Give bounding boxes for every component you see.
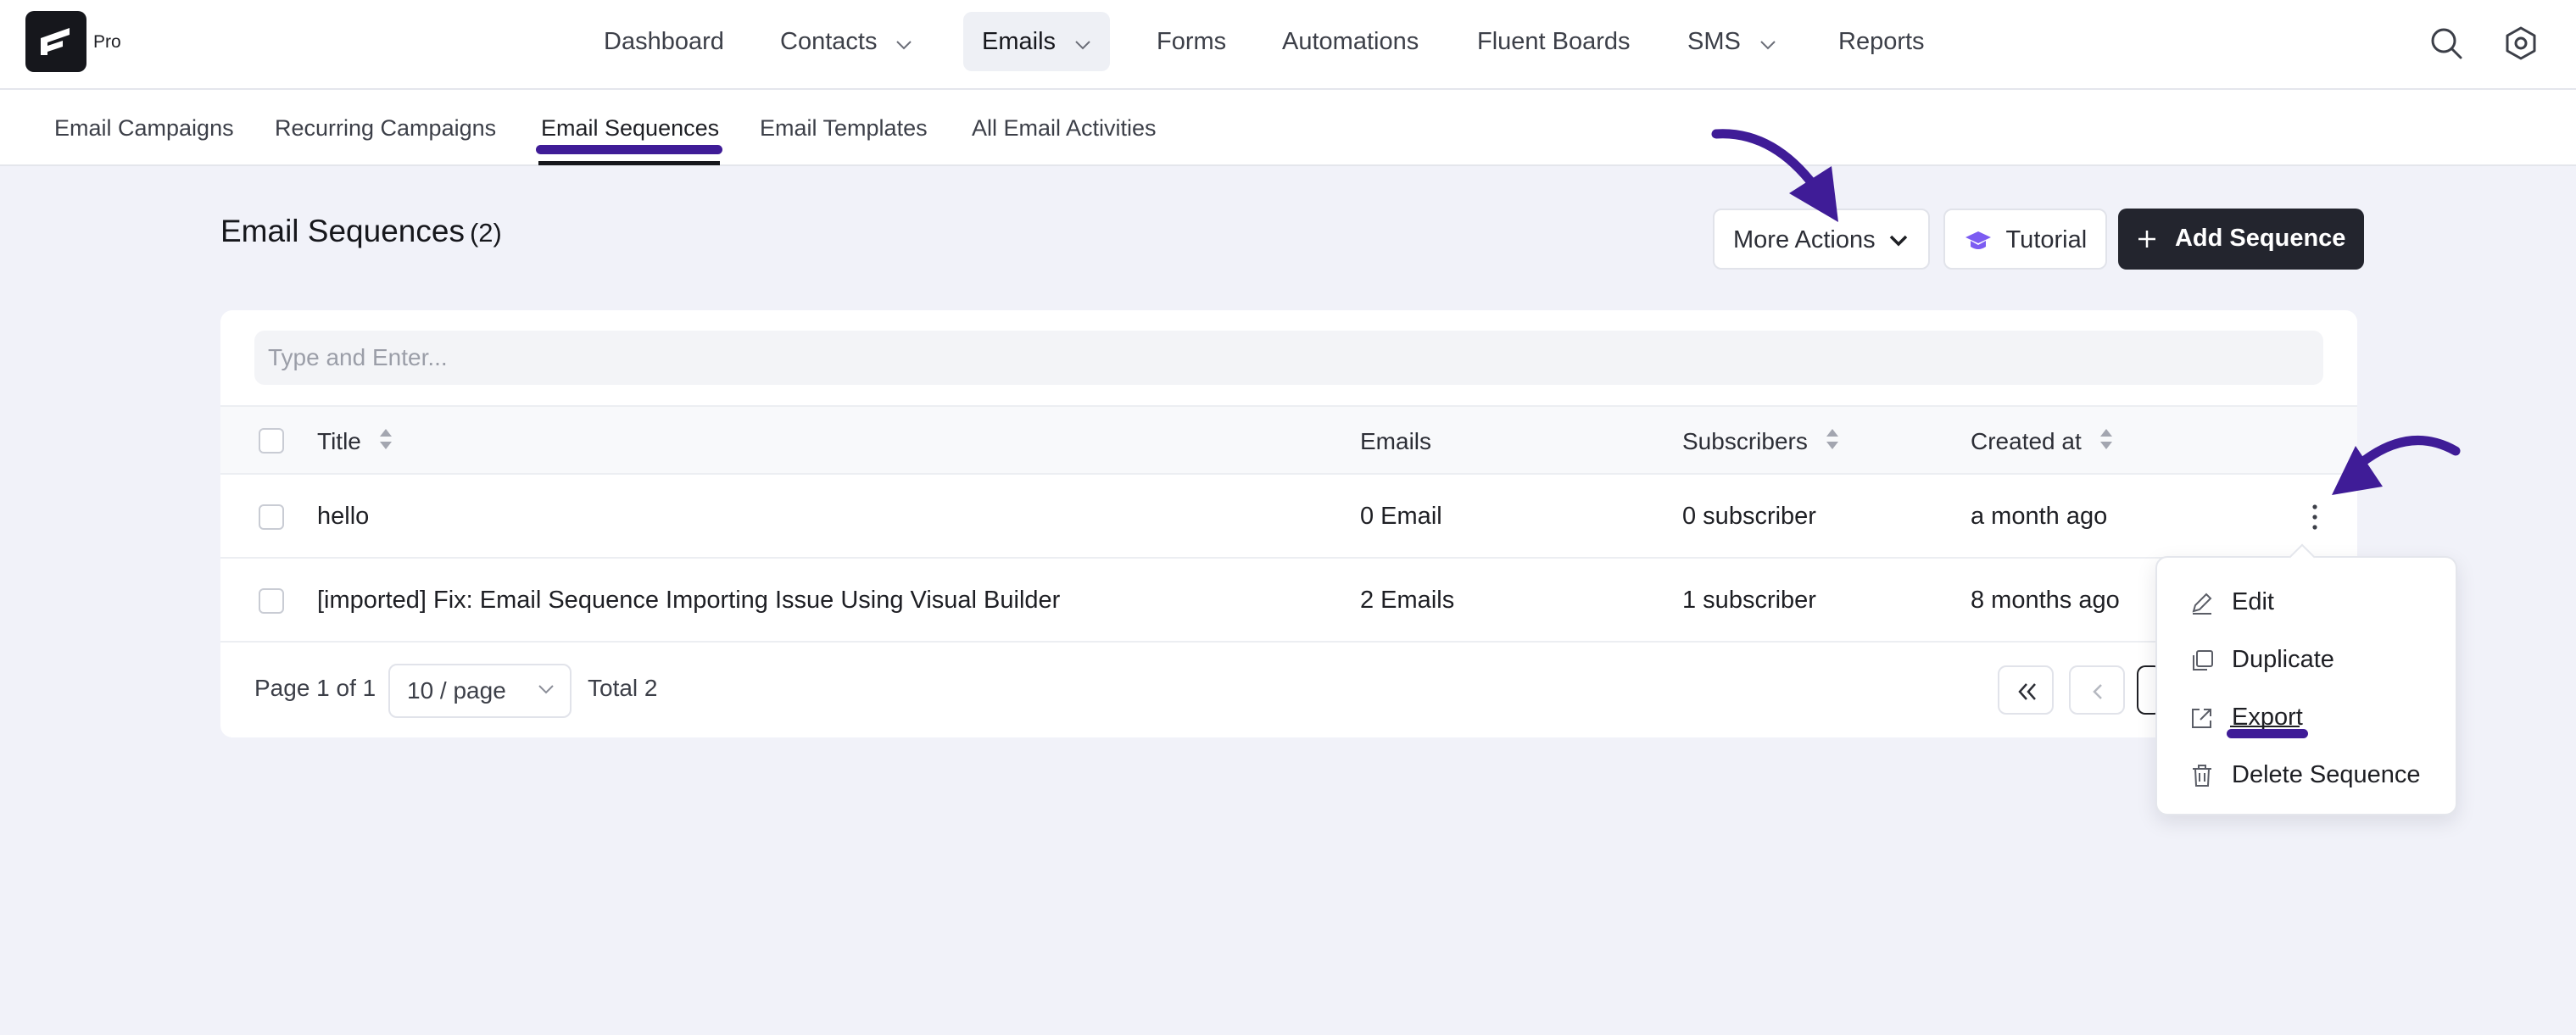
trash-icon <box>2193 765 2211 787</box>
email-sub-navigation: Email Campaigns Recurring Campaigns Emai… <box>0 90 2576 166</box>
menu-item-delete-sequence-label: Delete Sequence <box>2232 761 2421 788</box>
chevron-down-icon <box>1889 236 1907 247</box>
subscriber-count: 1 subscriber <box>1682 587 1816 614</box>
created-at: 8 months ago <box>1971 587 2120 614</box>
column-created-at-label: Created at <box>1971 428 2082 454</box>
nav-contacts[interactable]: Contacts <box>761 12 931 71</box>
chevron-down-icon <box>895 13 912 72</box>
total-count: Total 2 <box>588 675 658 701</box>
tab-email-campaigns[interactable]: Email Campaigns <box>54 90 234 166</box>
nav-forms-label: Forms <box>1157 28 1227 55</box>
sort-icon[interactable] <box>2099 409 2114 478</box>
annotation-underline <box>2227 729 2308 738</box>
chevron-down-icon <box>538 685 554 694</box>
sort-icon[interactable] <box>1825 409 1840 478</box>
row-checkbox[interactable] <box>259 588 284 614</box>
gear-icon[interactable] <box>2501 24 2540 63</box>
logo-mark-icon <box>41 28 70 55</box>
export-icon <box>2192 709 2211 728</box>
page-title: Email Sequences (2) <box>220 214 502 249</box>
nav-automations-label: Automations <box>1282 28 1419 55</box>
menu-item-duplicate-label: Duplicate <box>2232 646 2334 673</box>
sequences-table-card: Type and Enter... Title Emails Subscribe… <box>220 310 2357 737</box>
per-page-value: 10 / page <box>407 677 506 704</box>
active-tab-indicator <box>538 161 720 165</box>
nav-fluent-boards[interactable]: Fluent Boards <box>1458 12 1649 71</box>
add-sequence-button[interactable]: Add Sequence <box>2118 209 2365 270</box>
search-icon[interactable] <box>2427 24 2466 63</box>
prev-page-button[interactable] <box>2069 665 2125 715</box>
add-sequence-label: Add Sequence <box>2174 225 2346 252</box>
export-text-underline <box>2230 726 2300 727</box>
menu-item-export[interactable]: Export <box>2157 688 2456 746</box>
fluentcrm-logo[interactable] <box>25 11 86 72</box>
nav-dashboard[interactable]: Dashboard <box>585 12 743 71</box>
column-created-at[interactable]: Created at <box>1971 407 2114 476</box>
tab-all-email-activities[interactable]: All Email Activities <box>972 90 1157 166</box>
nav-emails-label: Emails <box>982 28 1057 55</box>
nav-reports[interactable]: Reports <box>1820 12 1943 71</box>
row-actions-menu: Edit Duplicate Export Delete Sequence <box>2155 543 2457 815</box>
double-chevron-left-icon <box>2018 683 2036 700</box>
plus-icon <box>2138 231 2155 248</box>
column-title[interactable]: Title <box>317 407 393 476</box>
select-all-checkbox[interactable] <box>259 428 284 454</box>
annotation-arrow <box>2332 436 2461 495</box>
tab-recurring-campaigns[interactable]: Recurring Campaigns <box>275 90 496 166</box>
email-count: 0 Email <box>1360 503 1442 530</box>
sequence-title[interactable]: hello <box>317 475 369 559</box>
email-count: 2 Emails <box>1360 587 1455 614</box>
menu-item-edit[interactable]: Edit <box>2157 573 2456 631</box>
column-title-label: Title <box>317 428 361 454</box>
nav-sms-label: SMS <box>1687 28 1741 55</box>
nav-reports-label: Reports <box>1838 28 1925 55</box>
nav-forms[interactable]: Forms <box>1138 12 1245 71</box>
nav-contacts-label: Contacts <box>780 28 878 55</box>
column-subscribers[interactable]: Subscribers <box>1682 407 1840 476</box>
nav-sms[interactable]: SMS <box>1669 12 1795 71</box>
table-header: Title Emails Subscribers Created at <box>220 405 2357 475</box>
search-input[interactable]: Type and Enter... <box>254 331 2323 385</box>
sequence-count: (2) <box>469 218 502 248</box>
table-row[interactable]: [imported] Fix: Email Sequence Importing… <box>220 559 2357 643</box>
nav-emails[interactable]: Emails <box>963 12 1111 72</box>
sort-icon[interactable] <box>378 409 393 478</box>
more-actions-label: More Actions <box>1733 226 1876 253</box>
pro-badge: Pro <box>93 32 121 52</box>
tab-email-templates[interactable]: Email Templates <box>760 90 928 166</box>
nav-automations[interactable]: Automations <box>1263 12 1437 71</box>
column-emails: Emails <box>1360 428 1432 454</box>
created-at: a month ago <box>1971 503 2108 530</box>
tab-email-sequences[interactable]: Email Sequences <box>541 90 719 166</box>
tutorial-button[interactable]: Tutorial <box>1943 209 2108 270</box>
chevron-down-icon <box>1759 13 1776 72</box>
column-subscribers-label: Subscribers <box>1682 428 1808 454</box>
chevron-left-icon <box>2093 684 2102 699</box>
menu-item-edit-label: Edit <box>2232 588 2274 615</box>
tutorial-label: Tutorial <box>2005 226 2088 253</box>
nav-fluent-boards-label: Fluent Boards <box>1477 28 1631 55</box>
menu-item-delete-sequence[interactable]: Delete Sequence <box>2157 746 2456 804</box>
row-checkbox[interactable] <box>259 504 284 530</box>
sequence-title[interactable]: [imported] Fix: Email Sequence Importing… <box>317 559 1060 643</box>
first-page-button[interactable] <box>1998 665 2054 715</box>
graduation-cap-icon <box>1965 231 1991 250</box>
menu-item-duplicate[interactable]: Duplicate <box>2157 631 2456 688</box>
page-indicator: Page 1 of 1 <box>254 675 376 701</box>
page-title-text: Email Sequences <box>220 214 465 248</box>
nav-dashboard-label: Dashboard <box>604 28 724 55</box>
per-page-select[interactable]: 10 / page <box>388 664 572 718</box>
duplicate-icon <box>2193 650 2213 671</box>
annotation-underline <box>536 145 722 154</box>
edit-icon <box>2192 593 2212 615</box>
top-navigation: Pro Dashboard Contacts Emails Forms Auto… <box>0 0 2576 90</box>
annotation-arrow <box>1711 129 1838 222</box>
chevron-down-icon <box>1074 13 1091 72</box>
subscriber-count: 0 subscriber <box>1682 503 1816 530</box>
table-row[interactable]: hello 0 Email 0 subscriber a month ago <box>220 475 2357 559</box>
